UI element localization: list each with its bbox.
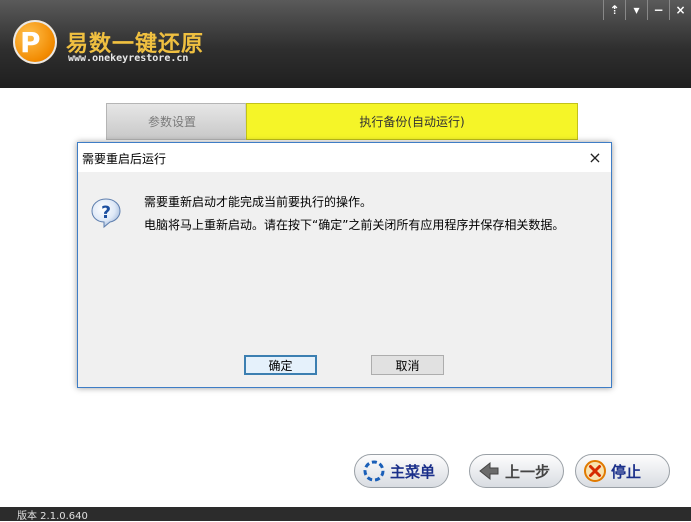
- arrow-left-icon: [479, 461, 499, 481]
- main-menu-label: 主菜单: [390, 462, 436, 481]
- cancel-button[interactable]: 取消: [371, 355, 444, 375]
- previous-step-button[interactable]: 上一步: [469, 454, 564, 488]
- status-footer: 版本 2.1.0.640: [0, 507, 691, 522]
- stop-button[interactable]: 停止: [575, 454, 670, 488]
- menu-dropdown-button[interactable]: ▾: [625, 0, 647, 20]
- restart-dialog: 需要重启后运行 × ? 需要重新启动才能完成当前要执行的操作。 电脑将马上重新启…: [77, 142, 612, 388]
- step-parameter-settings: 参数设置: [106, 103, 246, 140]
- app-logo: P: [13, 20, 57, 64]
- svg-text:?: ?: [101, 203, 111, 223]
- minimize-button[interactable]: −: [647, 0, 669, 20]
- version-label: 版本 2.1.0.640: [17, 511, 88, 522]
- question-icon: ?: [91, 198, 121, 229]
- app-url: www.onekeyrestore.cn: [68, 53, 189, 64]
- step-execute-backup: 执行备份(自动运行): [246, 103, 578, 140]
- dialog-message-line1: 需要重新启动才能完成当前要执行的操作。: [144, 195, 373, 209]
- dialog-message-line2: 电脑将马上重新启动。请在按下“确定”之前关闭所有应用程序并保存相关数据。: [144, 218, 565, 232]
- app-header: P 易数一键还原 www.onekeyrestore.cn ⇡ ▾ − ×: [0, 0, 691, 88]
- skin-button[interactable]: ⇡: [603, 0, 625, 20]
- previous-step-label: 上一步: [505, 462, 551, 481]
- step-indicator: 参数设置 执行备份(自动运行): [106, 103, 578, 140]
- close-window-button[interactable]: ×: [669, 0, 691, 20]
- main-menu-button[interactable]: 主菜单: [354, 454, 449, 488]
- dialog-title: 需要重启后运行: [82, 152, 167, 166]
- window-controls: ⇡ ▾ − ×: [603, 0, 691, 22]
- stop-x-icon: [584, 460, 606, 482]
- stop-label: 停止: [611, 462, 642, 481]
- dialog-close-button[interactable]: ×: [585, 147, 605, 167]
- refresh-circle-icon: [363, 460, 385, 482]
- dialog-titlebar: 需要重启后运行 ×: [78, 143, 611, 172]
- ok-button[interactable]: 确定: [244, 355, 317, 375]
- logo-letter: P: [20, 26, 41, 59]
